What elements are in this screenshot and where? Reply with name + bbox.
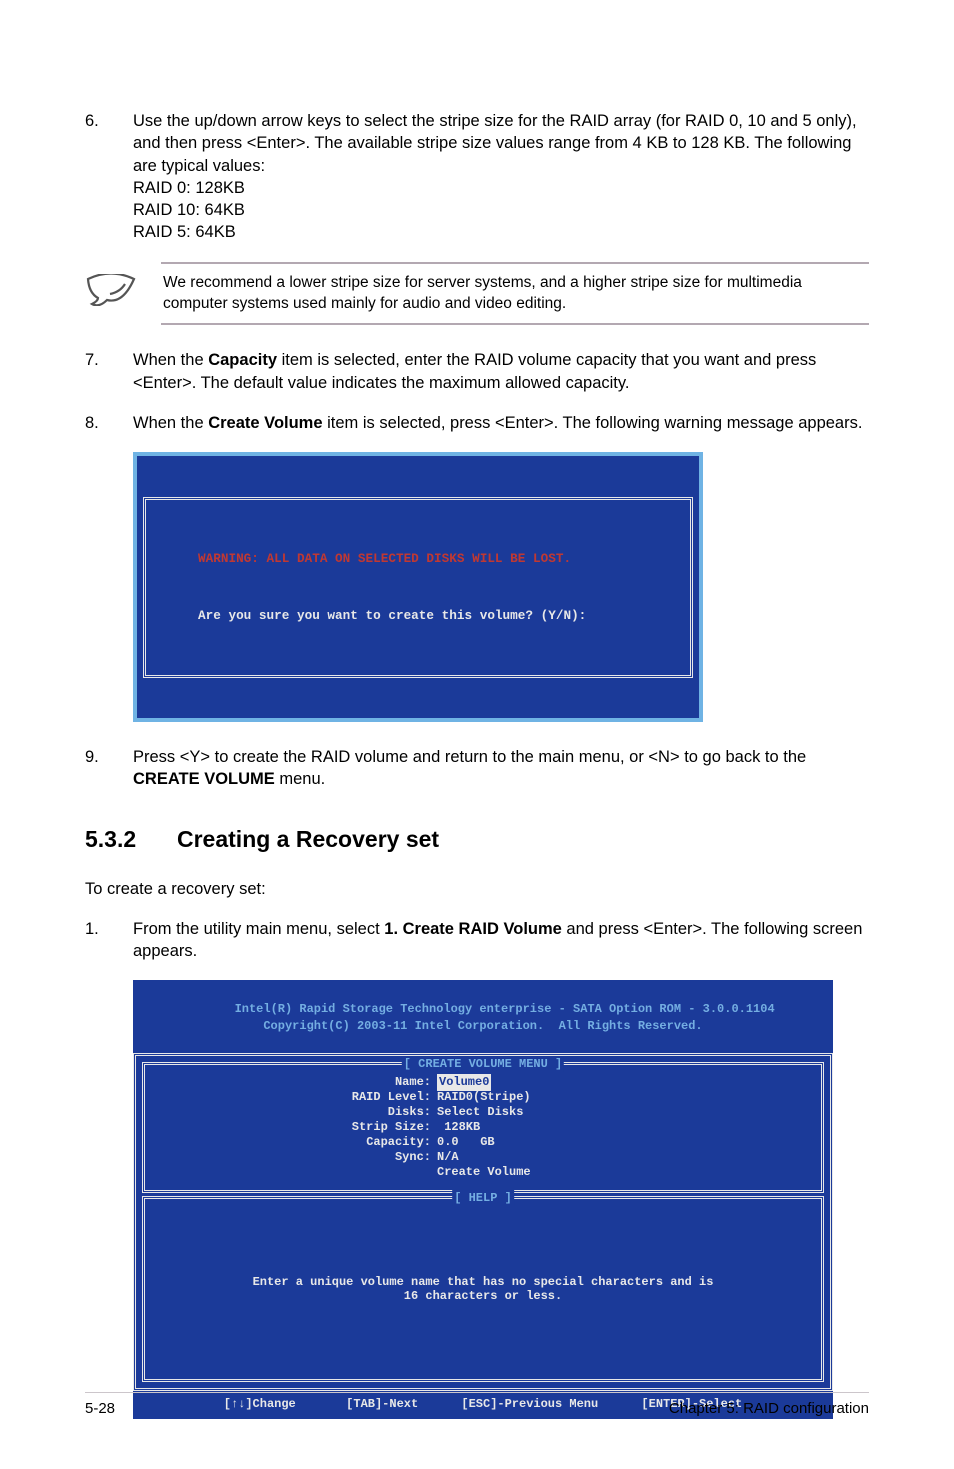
bios-help-line2: 16 characters or less. <box>145 1289 821 1303</box>
step-number: 1. <box>85 918 133 963</box>
warning-heading: WARNING: ALL DATA ON SELECTED DISKS WILL… <box>166 550 670 567</box>
step-number: 7. <box>85 349 133 394</box>
step-number: 9. <box>85 746 133 791</box>
page-footer: 5-28 Chapter 5: RAID configuration <box>85 1392 869 1419</box>
bios-disks[interactable]: Select Disks <box>437 1104 523 1120</box>
step-6: 6. Use the up/down arrow keys to select … <box>85 110 869 244</box>
warning-dialog: WARNING: ALL DATA ON SELECTED DISKS WILL… <box>133 452 703 722</box>
page-number: 5-28 <box>85 1399 115 1419</box>
bios-strip-size[interactable]: 128KB <box>437 1119 480 1135</box>
step-number: 8. <box>85 412 133 434</box>
note-callout: We recommend a lower stripe size for ser… <box>85 262 869 326</box>
bios-header-line2: Copyright(C) 2003-11 Intel Corporation. … <box>263 1019 702 1033</box>
step-1b: 1. From the utility main menu, select 1.… <box>85 918 869 963</box>
bios-help-line1: Enter a unique volume name that has no s… <box>145 1275 821 1289</box>
bios-header-line1: Intel(R) Rapid Storage Technology enterp… <box>235 1002 775 1016</box>
bios-panel-title-create: [ CREATE VOLUME MENU ] <box>402 1056 564 1072</box>
step-sub-1: RAID 10: 64KB <box>133 201 245 219</box>
page-chapter: Chapter 5: RAID configuration <box>669 1399 869 1419</box>
section-number: 5.3.2 <box>85 824 177 855</box>
bios-screenshot: Intel(R) Rapid Storage Technology enterp… <box>133 980 833 1419</box>
bios-capacity[interactable]: 0.0 GB <box>437 1134 495 1150</box>
step-8: 8. When the Create Volume item is select… <box>85 412 869 434</box>
step-number: 6. <box>85 110 133 244</box>
step-sub-0: RAID 0: 128KB <box>133 179 245 197</box>
step-7: 7. When the Capacity item is selected, e… <box>85 349 869 394</box>
bios-raid-level[interactable]: RAID0(Stripe) <box>437 1089 531 1105</box>
steps-list-b: 1. From the utility main menu, select 1.… <box>85 918 869 963</box>
note-icon <box>85 262 137 312</box>
step-text: Use the up/down arrow keys to select the… <box>133 112 857 175</box>
steps-list-top: 6. Use the up/down arrow keys to select … <box>85 110 869 244</box>
bios-sync: N/A <box>437 1149 459 1165</box>
steps-list-mid: 7. When the Capacity item is selected, e… <box>85 349 869 434</box>
step-9: 9. Press <Y> to create the RAID volume a… <box>85 746 869 791</box>
step-sub-2: RAID 5: 64KB <box>133 223 236 241</box>
section-heading: 5.3.2 Creating a Recovery set <box>85 824 869 855</box>
section-title: Creating a Recovery set <box>177 824 439 855</box>
section-intro: To create a recovery set: <box>85 878 869 900</box>
steps-list-9: 9. Press <Y> to create the RAID volume a… <box>85 746 869 791</box>
bios-name-field[interactable]: Volume0 <box>437 1074 491 1090</box>
warning-prompt: Are you sure you want to create this vol… <box>166 607 670 624</box>
bios-panel-title-help: [ HELP ] <box>452 1190 514 1206</box>
bios-create-volume[interactable]: Create Volume <box>437 1164 531 1180</box>
note-text: We recommend a lower stripe size for ser… <box>163 274 802 312</box>
